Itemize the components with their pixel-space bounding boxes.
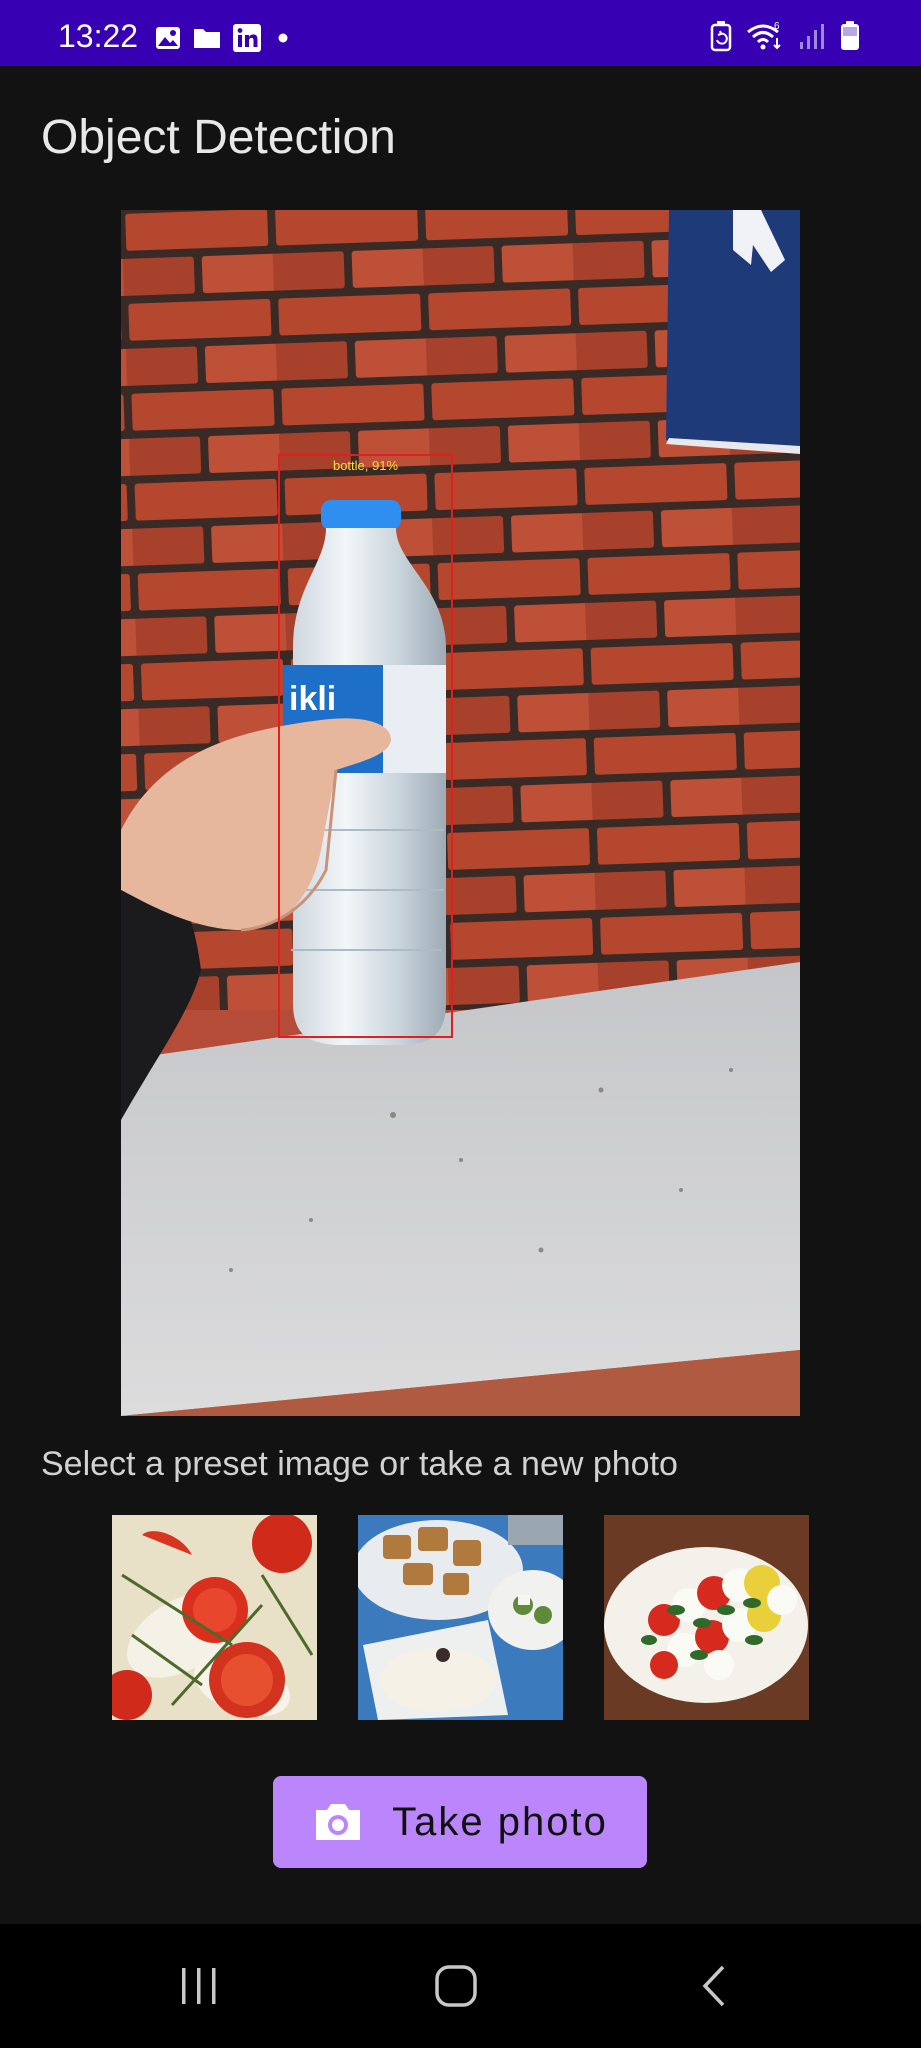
- linkedin-icon: [233, 24, 261, 52]
- camera-icon: [316, 1804, 361, 1840]
- battery-saver-icon: [710, 21, 732, 52]
- photo-scene: ikli: [121, 210, 800, 1416]
- preset-prompt: Select a preset image or take a new phot…: [41, 1445, 678, 1483]
- preset-image-mezze[interactable]: [358, 1515, 563, 1720]
- back-button[interactable]: [674, 1952, 754, 2020]
- back-icon: [702, 1965, 725, 2007]
- detection-photo: ikli bottle, 91%: [121, 210, 800, 1416]
- preset-image-caprese[interactable]: [604, 1515, 809, 1720]
- navigation-bar: [0, 1924, 921, 2048]
- detection-box: bottle, 91%: [278, 454, 453, 1038]
- wifi-6-icon: 6: [747, 21, 781, 50]
- recent-apps-button[interactable]: [159, 1952, 239, 2020]
- status-system-icons: 6: [709, 18, 861, 54]
- status-bar: 13:22 6: [0, 0, 921, 66]
- preset-thumbnails: [112, 1515, 809, 1720]
- svg-text:6: 6: [774, 21, 780, 32]
- home-icon: [435, 1965, 477, 2007]
- take-photo-label: Take photo: [392, 1799, 608, 1844]
- preset-image-tomatoes[interactable]: [112, 1515, 317, 1720]
- detection-label: bottle, 91%: [332, 458, 399, 473]
- take-photo-button[interactable]: Take photo: [273, 1776, 647, 1868]
- folder-icon: [194, 29, 220, 48]
- app-title: Object Detection: [41, 111, 396, 164]
- recent-apps-icon: [182, 1968, 216, 2004]
- gallery-icon: [156, 27, 180, 49]
- signal-icon: [800, 24, 824, 49]
- dot-icon: [278, 33, 288, 43]
- home-button[interactable]: [416, 1952, 496, 2020]
- status-notification-icons: [154, 22, 294, 54]
- status-time: 13:22: [58, 18, 139, 54]
- battery-icon: [841, 21, 859, 50]
